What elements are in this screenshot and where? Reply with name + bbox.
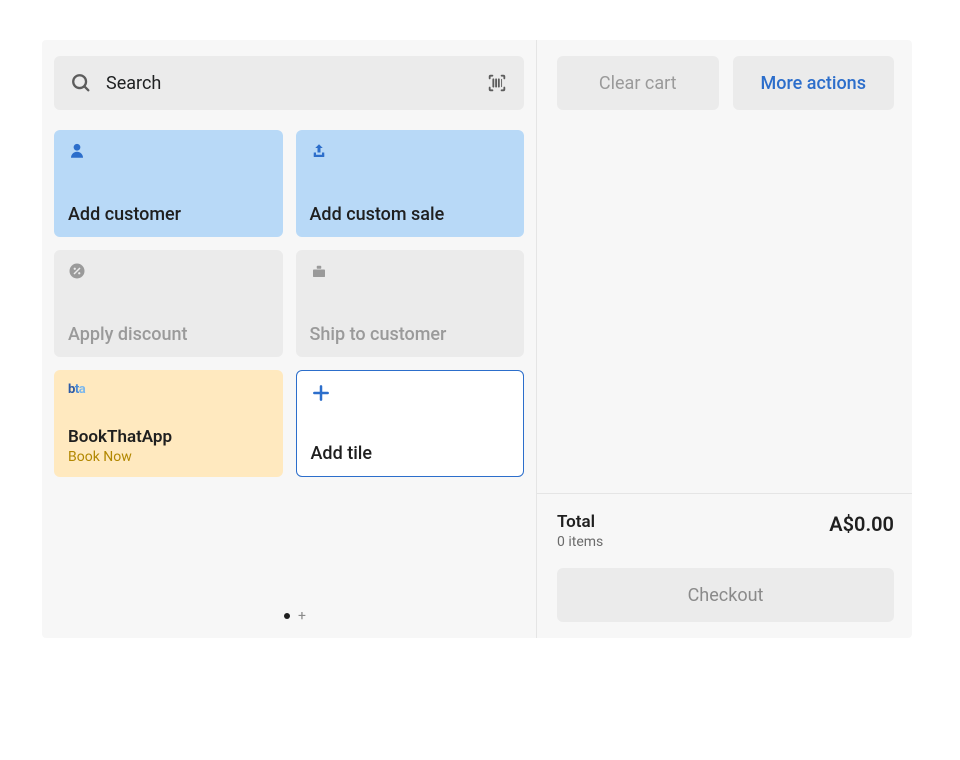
barcode-scan-icon[interactable] — [486, 72, 508, 94]
button-label: More actions — [761, 73, 866, 94]
search-icon — [70, 72, 92, 94]
upload-icon — [310, 142, 511, 164]
tile-app-title: BookThatApp — [68, 427, 269, 447]
search-placeholder: Search — [106, 73, 486, 94]
tile-label: Add customer — [68, 204, 269, 225]
bookthatapp-tile[interactable]: bta BookThatApp Book Now — [54, 370, 283, 477]
pager-dot-active[interactable] — [284, 613, 290, 619]
tile-app-subtitle: Book Now — [68, 449, 269, 465]
add-tile-button[interactable]: Add tile — [296, 370, 525, 477]
button-label: Clear cart — [599, 73, 677, 94]
tile-label: Ship to customer — [310, 324, 511, 345]
checkout-button[interactable]: Checkout — [557, 568, 894, 622]
search-input[interactable]: Search — [54, 56, 524, 110]
add-custom-sale-tile[interactable]: Add custom sale — [296, 130, 525, 237]
discount-icon — [68, 262, 269, 284]
apply-discount-tile: Apply discount — [54, 250, 283, 357]
cart-panel: Clear cart More actions Total 0 items A$… — [536, 40, 912, 638]
ship-icon — [310, 262, 511, 284]
more-actions-button[interactable]: More actions — [733, 56, 895, 110]
left-panel: Search — [42, 40, 536, 638]
tile-grid: Add customer Add custom sale — [54, 130, 524, 477]
total-items: 0 items — [557, 534, 603, 550]
tile-label: Apply discount — [68, 324, 269, 345]
pager-add-page[interactable]: + — [298, 608, 306, 624]
clear-cart-button[interactable]: Clear cart — [557, 56, 719, 110]
tile-label: Add custom sale — [310, 204, 511, 225]
pager: + — [54, 608, 536, 638]
total-row: Total 0 items A$0.00 — [557, 512, 894, 550]
bta-logo: bta — [68, 382, 269, 397]
person-icon — [68, 142, 269, 164]
ship-to-customer-tile: Ship to customer — [296, 250, 525, 357]
total-amount: A$0.00 — [829, 512, 894, 536]
plus-icon — [311, 383, 510, 405]
cart-actions: Clear cart More actions — [557, 56, 894, 110]
cart-footer: Total 0 items A$0.00 Checkout — [537, 493, 912, 622]
tile-label: Add tile — [311, 443, 510, 464]
add-customer-tile[interactable]: Add customer — [54, 130, 283, 237]
total-label: Total — [557, 512, 603, 532]
button-label: Checkout — [688, 585, 764, 606]
